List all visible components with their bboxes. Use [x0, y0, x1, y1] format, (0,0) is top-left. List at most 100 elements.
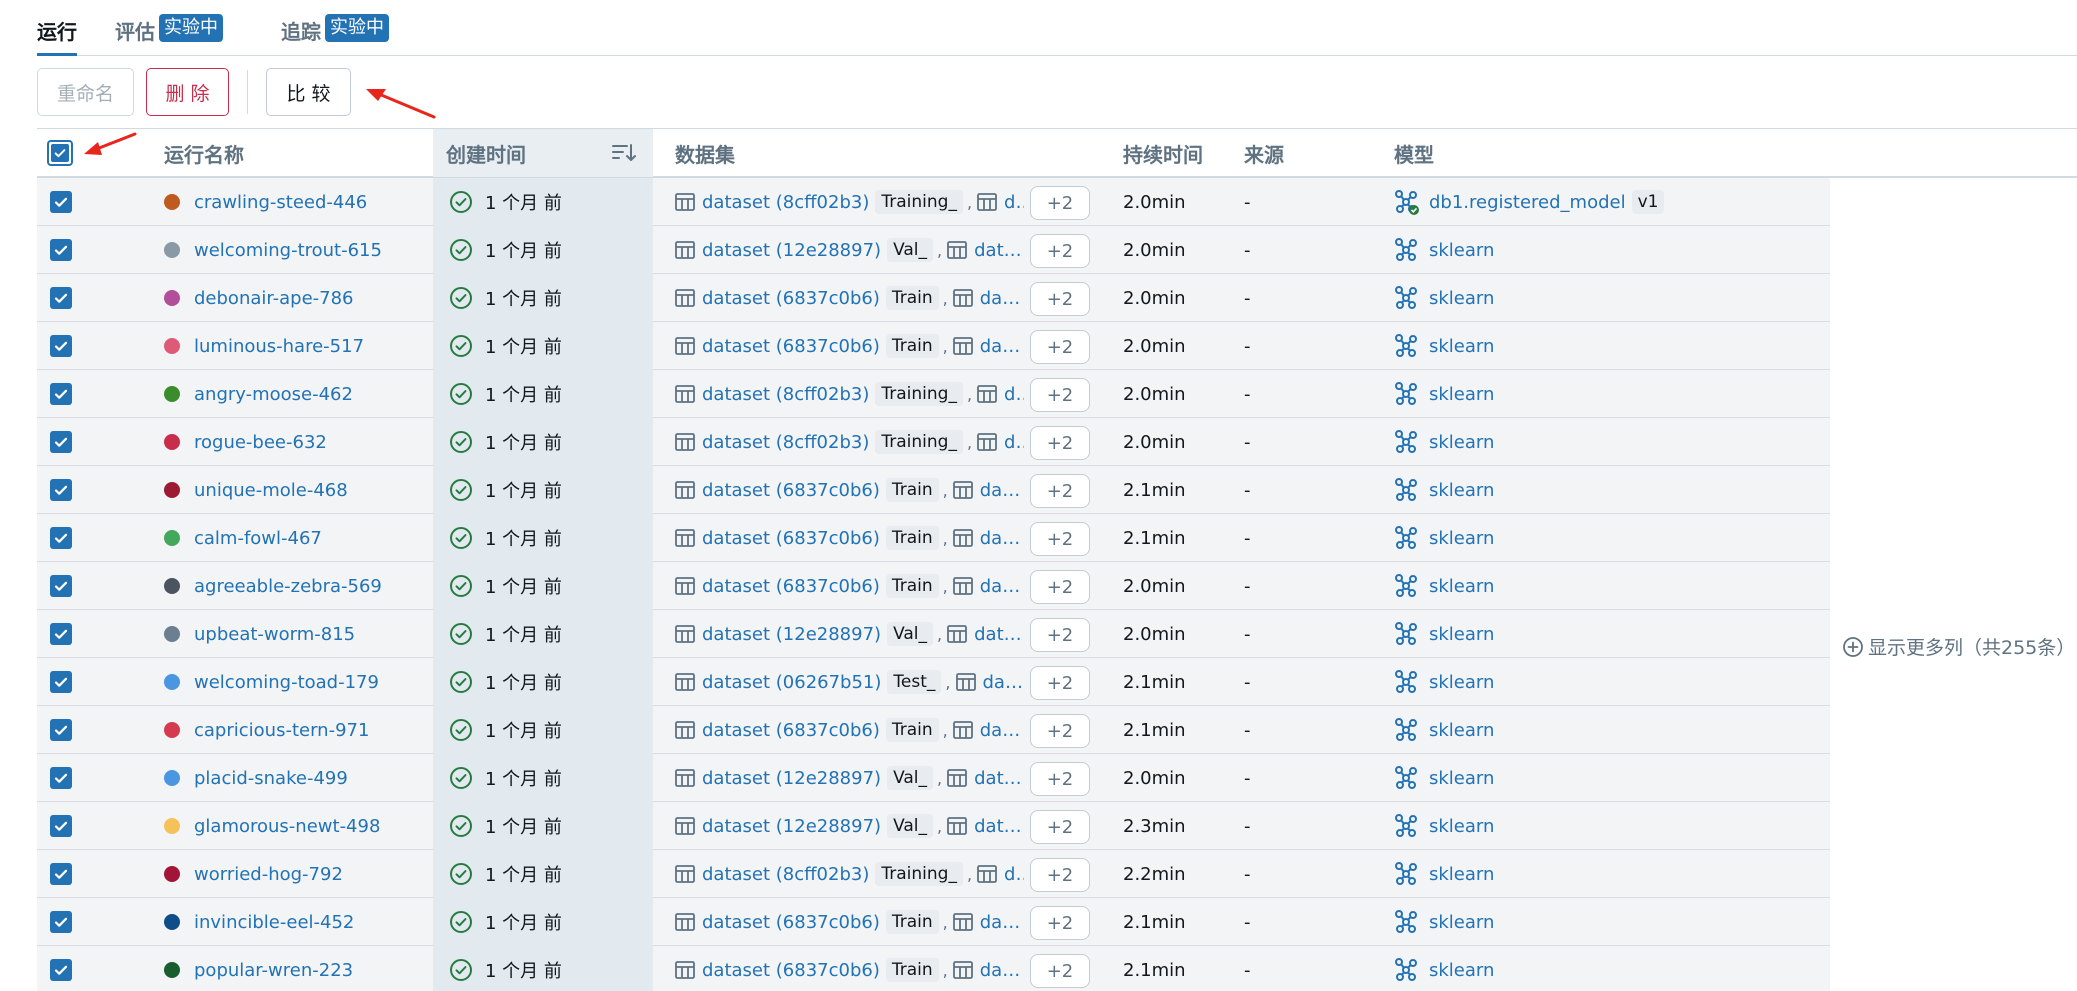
run-name-link[interactable]: calm-fowl-467	[194, 528, 322, 549]
row-checkbox[interactable]	[50, 191, 72, 213]
more-datasets-button[interactable]: +2	[1030, 714, 1090, 748]
dataset-link[interactable]: dataset (6837c0b6)	[702, 720, 880, 741]
more-datasets-button[interactable]: +2	[1030, 522, 1090, 556]
dataset-link[interactable]: datas…	[974, 816, 1024, 837]
row-checkbox[interactable]	[50, 335, 72, 357]
table-row[interactable]: worried-hog-792 1 个月 前 dataset (8cff02b3…	[37, 850, 1830, 898]
model-link[interactable]: sklearn	[1429, 432, 1494, 453]
run-name-link[interactable]: angry-moose-462	[194, 384, 353, 405]
dataset-link[interactable]: data…	[980, 528, 1024, 549]
row-checkbox[interactable]	[50, 383, 72, 405]
dataset-link[interactable]: dataset (12e28897)	[702, 240, 881, 261]
table-row[interactable]: rogue-bee-632 1 个月 前 dataset (8cff02b3) …	[37, 418, 1830, 466]
row-checkbox[interactable]	[50, 959, 72, 981]
select-all-checkbox[interactable]	[47, 140, 73, 166]
table-row[interactable]: welcoming-toad-179 1 个月 前 dataset (06267…	[37, 658, 1830, 706]
table-row[interactable]: placid-snake-499 1 个月 前 dataset (12e2889…	[37, 754, 1830, 802]
model-link[interactable]: db1.registered_model	[1429, 192, 1626, 213]
more-datasets-button[interactable]: +2	[1030, 858, 1090, 892]
row-checkbox[interactable]	[50, 863, 72, 885]
model-link[interactable]: sklearn	[1429, 240, 1494, 261]
dataset-link[interactable]: data…	[980, 480, 1024, 501]
more-datasets-button[interactable]: +2	[1030, 474, 1090, 508]
row-checkbox[interactable]	[50, 431, 72, 453]
run-name-link[interactable]: popular-wren-223	[194, 960, 353, 981]
dataset-link[interactable]: dataset (6837c0b6)	[702, 912, 880, 933]
dataset-link[interactable]: datas…	[974, 768, 1024, 789]
header-created[interactable]: 创建时间	[433, 129, 653, 177]
model-link[interactable]: sklearn	[1429, 384, 1494, 405]
run-name-link[interactable]: crawling-steed-446	[194, 192, 367, 213]
model-link[interactable]: sklearn	[1429, 768, 1494, 789]
dataset-link[interactable]: dataset (12e28897)	[702, 768, 881, 789]
more-datasets-button[interactable]: +2	[1030, 426, 1090, 460]
table-row[interactable]: agreeable-zebra-569 1 个月 前 dataset (6837…	[37, 562, 1830, 610]
row-checkbox[interactable]	[50, 527, 72, 549]
run-name-link[interactable]: worried-hog-792	[194, 864, 343, 885]
run-name-link[interactable]: upbeat-worm-815	[194, 624, 355, 645]
dataset-link[interactable]: data…	[983, 672, 1025, 693]
compare-button[interactable]: 比 较	[266, 68, 351, 116]
model-link[interactable]: sklearn	[1429, 336, 1494, 357]
more-datasets-button[interactable]: +2	[1030, 618, 1090, 652]
more-datasets-button[interactable]: +2	[1030, 282, 1090, 316]
dataset-link[interactable]: data…	[980, 288, 1024, 309]
header-source[interactable]: 来源	[1244, 129, 1364, 177]
header-model[interactable]: 模型	[1394, 129, 1594, 177]
dataset-link[interactable]: data…	[980, 912, 1024, 933]
dataset-link[interactable]: dataset (6837c0b6)	[702, 528, 880, 549]
table-row[interactable]: debonair-ape-786 1 个月 前 dataset (6837c0b…	[37, 274, 1830, 322]
dataset-link[interactable]: dataset (06267b51)	[702, 672, 881, 693]
tab-traces[interactable]: 追踪 实验中	[281, 14, 389, 56]
more-datasets-button[interactable]: +2	[1030, 954, 1090, 988]
header-duration[interactable]: 持续时间	[1123, 129, 1243, 177]
table-row[interactable]: upbeat-worm-815 1 个月 前 dataset (12e28897…	[37, 610, 1830, 658]
table-row[interactable]: luminous-hare-517 1 个月 前 dataset (6837c0…	[37, 322, 1830, 370]
model-link[interactable]: sklearn	[1429, 480, 1494, 501]
row-checkbox[interactable]	[50, 287, 72, 309]
more-datasets-button[interactable]: +2	[1030, 906, 1090, 940]
run-name-link[interactable]: placid-snake-499	[194, 768, 348, 789]
model-link[interactable]: sklearn	[1429, 960, 1494, 981]
run-name-link[interactable]: rogue-bee-632	[194, 432, 327, 453]
dataset-link[interactable]: dataset (6837c0b6)	[702, 480, 880, 501]
dataset-link[interactable]: dataset (8cff02b3)	[702, 864, 869, 885]
dataset-link[interactable]: dataset (12e28897)	[702, 816, 881, 837]
tab-runs[interactable]: 运行	[37, 16, 77, 56]
run-name-link[interactable]: welcoming-toad-179	[194, 672, 379, 693]
run-name-link[interactable]: invincible-eel-452	[194, 912, 354, 933]
row-checkbox[interactable]	[50, 575, 72, 597]
dataset-link[interactable]: dataset (8cff02b3)	[702, 192, 869, 213]
model-link[interactable]: sklearn	[1429, 624, 1494, 645]
model-link[interactable]: sklearn	[1429, 912, 1494, 933]
dataset-link[interactable]: dataset (6837c0b6)	[702, 288, 880, 309]
more-datasets-button[interactable]: +2	[1030, 570, 1090, 604]
dataset-link[interactable]: da…	[1004, 192, 1024, 213]
table-row[interactable]: crawling-steed-446 1 个月 前 dataset (8cff0…	[37, 178, 1830, 226]
dataset-link[interactable]: dataset (6837c0b6)	[702, 960, 880, 981]
dataset-link[interactable]: data…	[980, 720, 1024, 741]
dataset-link[interactable]: da…	[1004, 384, 1024, 405]
model-link[interactable]: sklearn	[1429, 672, 1494, 693]
more-datasets-button[interactable]: +2	[1030, 234, 1090, 268]
dataset-link[interactable]: dataset (6837c0b6)	[702, 336, 880, 357]
dataset-link[interactable]: dataset (12e28897)	[702, 624, 881, 645]
row-checkbox[interactable]	[50, 479, 72, 501]
run-name-link[interactable]: luminous-hare-517	[194, 336, 364, 357]
row-checkbox[interactable]	[50, 815, 72, 837]
more-datasets-button[interactable]: +2	[1030, 186, 1090, 220]
table-row[interactable]: unique-mole-468 1 个月 前 dataset (6837c0b6…	[37, 466, 1830, 514]
table-row[interactable]: glamorous-newt-498 1 个月 前 dataset (12e28…	[37, 802, 1830, 850]
run-name-link[interactable]: unique-mole-468	[194, 480, 348, 501]
run-name-link[interactable]: glamorous-newt-498	[194, 816, 380, 837]
dataset-link[interactable]: data…	[980, 960, 1024, 981]
more-datasets-button[interactable]: +2	[1030, 378, 1090, 412]
show-more-columns[interactable]: 显示更多列（共255条）	[1842, 633, 2075, 660]
model-link[interactable]: sklearn	[1429, 720, 1494, 741]
more-datasets-button[interactable]: +2	[1030, 810, 1090, 844]
run-name-link[interactable]: capricious-tern-971	[194, 720, 369, 741]
table-row[interactable]: invincible-eel-452 1 个月 前 dataset (6837c…	[37, 898, 1830, 946]
row-checkbox[interactable]	[50, 239, 72, 261]
dataset-link[interactable]: data…	[980, 336, 1024, 357]
more-datasets-button[interactable]: +2	[1030, 762, 1090, 796]
